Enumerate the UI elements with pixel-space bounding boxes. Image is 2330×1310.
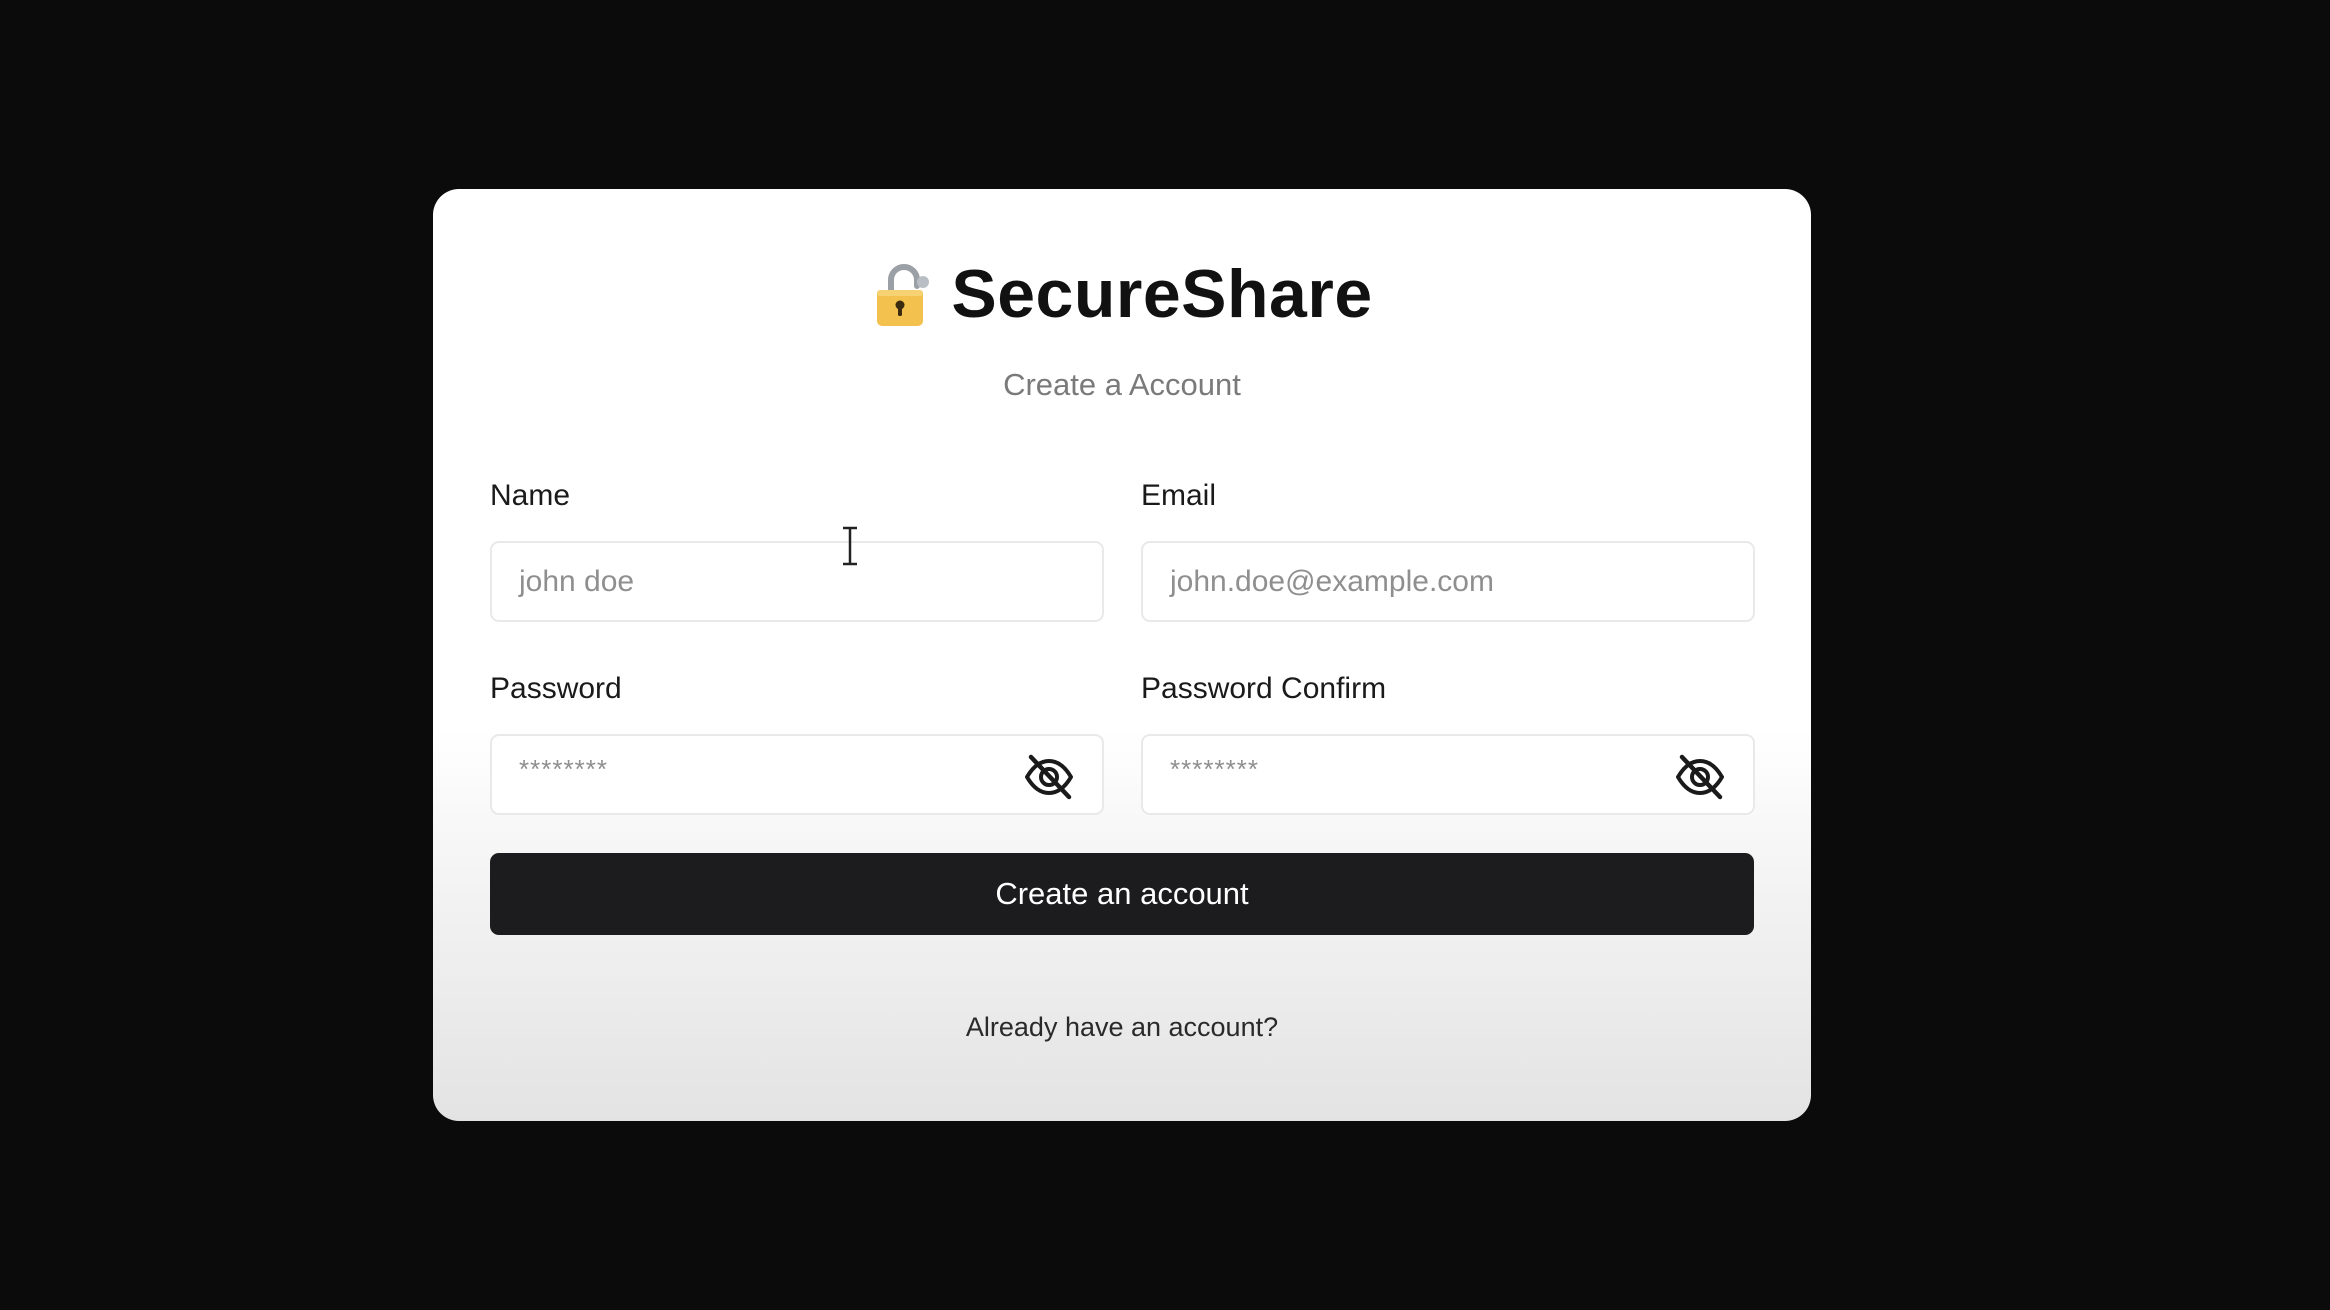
signup-card: SecureShare Create a Account Name john d… xyxy=(433,189,1811,1121)
email-input[interactable]: john.doe@example.com xyxy=(1141,541,1755,622)
password-placeholder: ******** xyxy=(519,754,608,784)
eye-off-icon[interactable] xyxy=(1673,750,1727,804)
create-account-button[interactable]: Create an account xyxy=(490,853,1754,935)
password-input[interactable]: ******** xyxy=(490,734,1104,815)
name-input[interactable]: john doe xyxy=(490,541,1104,622)
login-link[interactable]: Already have an account? xyxy=(433,1012,1811,1043)
password-label: Password xyxy=(490,672,622,705)
password-confirm-label: Password Confirm xyxy=(1141,672,1387,705)
brand-title: SecureShare xyxy=(951,256,1373,332)
screen-background: SecureShare Create a Account Name john d… xyxy=(0,0,2330,1310)
eye-off-icon[interactable] xyxy=(1022,750,1076,804)
name-label: Name xyxy=(490,479,571,512)
brand-header: SecureShare xyxy=(433,249,1811,339)
email-placeholder: john.doe@example.com xyxy=(1170,564,1494,598)
text-cursor-icon xyxy=(843,526,857,566)
email-label: Email xyxy=(1141,479,1217,512)
password-confirm-input[interactable]: ******** xyxy=(1141,734,1755,815)
form-subtitle: Create a Account xyxy=(1003,367,1241,402)
lock-icon xyxy=(877,264,930,326)
password-confirm-placeholder: ******** xyxy=(1170,754,1259,784)
name-placeholder: john doe xyxy=(519,564,635,598)
